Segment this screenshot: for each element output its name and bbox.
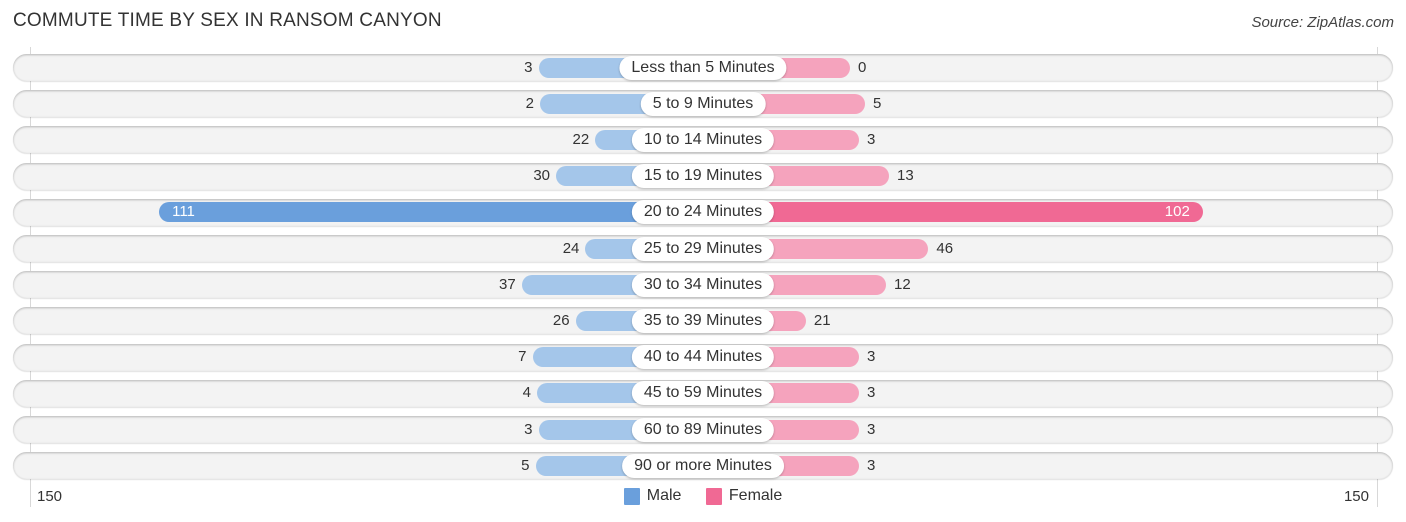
legend-swatch-male <box>623 487 640 505</box>
value-label-male: 30 <box>533 167 550 185</box>
category-label: 30 to 34 Minutes <box>631 272 775 297</box>
category-label: 60 to 89 Minutes <box>631 417 775 442</box>
category-label: 25 to 29 Minutes <box>631 236 775 261</box>
value-label-female: 3 <box>867 348 876 366</box>
legend-label-female: Female <box>728 487 783 504</box>
value-label-female: 3 <box>867 420 876 438</box>
bar-male <box>159 202 703 223</box>
value-label-female: 21 <box>813 311 831 329</box>
value-label-male: 24 <box>562 239 580 257</box>
value-label-female: 3 <box>867 384 876 402</box>
legend-item-male: Male <box>623 487 682 505</box>
value-label-male: 26 <box>552 311 570 329</box>
value-label-female: 0 <box>858 58 867 76</box>
category-label: 15 to 19 Minutes <box>631 164 775 189</box>
category-label: 35 to 39 Minutes <box>631 308 775 333</box>
value-label-female: 3 <box>867 456 876 474</box>
legend: Male Female <box>0 487 1406 510</box>
category-label: 10 to 14 Minutes <box>631 127 775 152</box>
value-label-female: 46 <box>936 239 954 257</box>
category-label: 45 to 59 Minutes <box>631 381 775 406</box>
category-label: 90 or more Minutes <box>622 453 784 478</box>
category-label: Less than 5 Minutes <box>619 55 787 80</box>
value-label-female: 12 <box>894 275 911 293</box>
chart-title: COMMUTE TIME BY SEX IN RANSOM CANYON <box>13 10 442 31</box>
value-label-male: 5 <box>521 456 530 474</box>
source-label: Source: ZipAtlas.com <box>1251 14 1394 31</box>
value-label-male: 3 <box>524 58 533 76</box>
legend-swatch-female <box>705 487 722 505</box>
category-label: 40 to 44 Minutes <box>631 345 775 370</box>
value-label-female: 5 <box>873 94 882 112</box>
value-label-male: 22 <box>572 130 590 148</box>
bar-female <box>703 202 1203 223</box>
value-label-female: 3 <box>867 130 876 148</box>
value-label-male: 7 <box>518 348 527 366</box>
value-label-female: 102 <box>1164 203 1190 221</box>
value-label-male: 4 <box>522 384 531 402</box>
legend-item-female: Female <box>705 487 783 505</box>
value-label-male: 111 <box>172 203 195 221</box>
value-label-male: 3 <box>524 420 533 438</box>
value-label-male: 2 <box>525 94 534 112</box>
category-label: 20 to 24 Minutes <box>631 200 775 225</box>
legend-label-male: Male <box>646 487 682 504</box>
value-label-female: 13 <box>897 167 914 185</box>
value-label-male: 37 <box>499 275 516 293</box>
category-label: 5 to 9 Minutes <box>640 91 766 116</box>
